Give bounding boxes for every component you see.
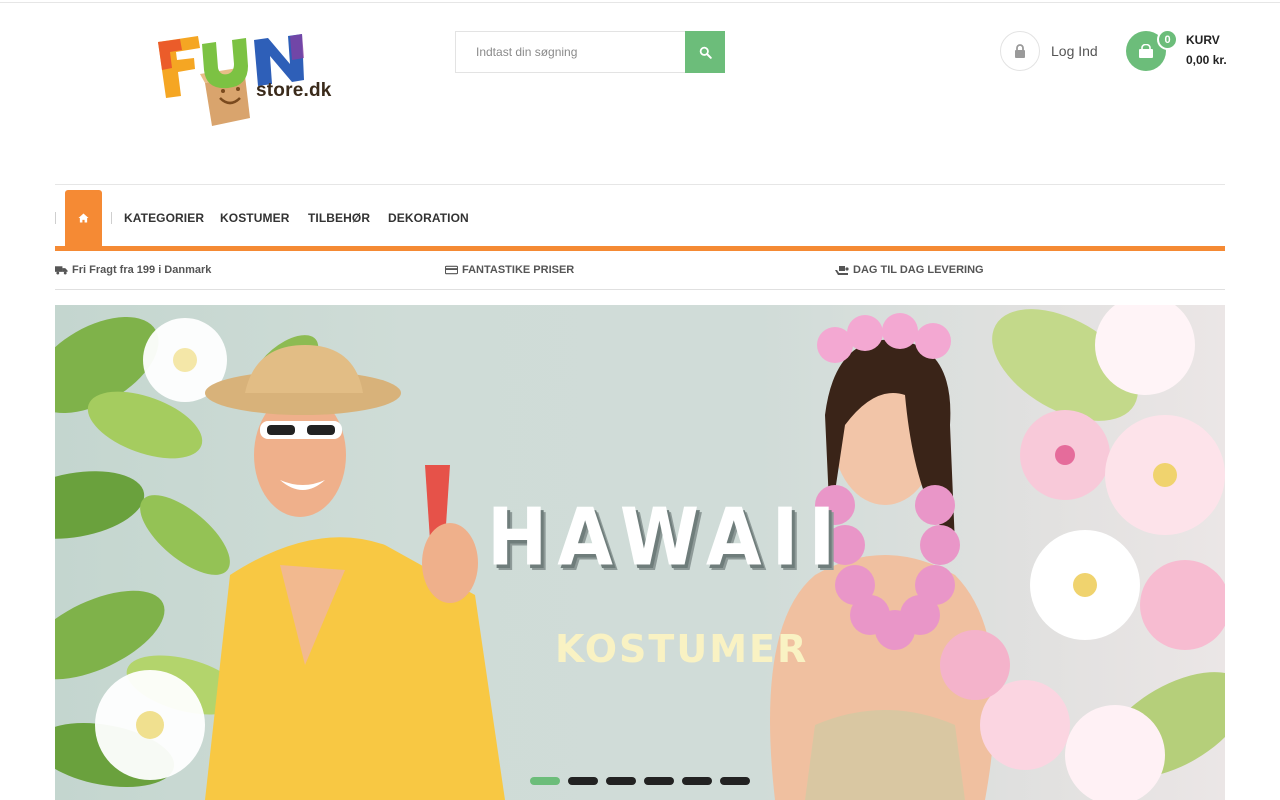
slider-dots [530, 777, 750, 785]
logo-graphic [158, 34, 304, 126]
cart-label: KURV [1186, 33, 1220, 47]
slider-dot[interactable] [644, 777, 674, 785]
usp-free-shipping: Fri Fragt fra 199 i Danmark [55, 264, 211, 276]
cart-count-badge: 0 [1157, 29, 1178, 50]
slider-dot[interactable] [568, 777, 598, 785]
nav-home[interactable] [65, 190, 102, 246]
search-input[interactable] [455, 31, 685, 73]
shopping-bag-icon [1139, 44, 1153, 58]
nav-divider [55, 184, 1225, 185]
slider-dot[interactable] [682, 777, 712, 785]
nav-item-tilbehor[interactable]: TILBEHØR [308, 211, 370, 225]
search-button[interactable] [685, 31, 725, 73]
search-icon [699, 46, 712, 59]
main-nav: KATEGORIER KOSTUMER TILBEHØR DEKORATION [55, 190, 1225, 246]
banner-subtitle: KOSTUMER [555, 627, 809, 671]
truck-icon [55, 266, 68, 275]
top-border [0, 0, 1280, 3]
usp-label: DAG TIL DAG LEVERING [853, 264, 984, 276]
nav-item-dekoration[interactable]: DEKORATION [388, 211, 469, 225]
usp-bar: Fri Fragt fra 199 i Danmark FANTASTIKE P… [55, 258, 1225, 290]
usp-delivery: DAG TIL DAG LEVERING [835, 264, 984, 276]
slider-dot[interactable] [530, 777, 560, 785]
lock-icon [1015, 44, 1025, 58]
cart-total: 0,00 kr. [1186, 53, 1227, 67]
search-form [455, 31, 725, 73]
slider-dot[interactable] [720, 777, 750, 785]
logo-text: store.dk [256, 80, 332, 101]
login-icon-wrap [1000, 31, 1040, 71]
login-label: Log Ind [1051, 43, 1098, 59]
home-icon [78, 213, 89, 223]
flowers-right [940, 305, 1225, 800]
slider-dot[interactable] [606, 777, 636, 785]
credit-card-icon [445, 265, 458, 275]
banner-title: HAWAII [487, 490, 846, 584]
usp-label: FANTASTIKE PRISER [462, 264, 575, 276]
site-logo[interactable]: store.dk [150, 28, 332, 128]
nav-accent-bar [55, 246, 1225, 251]
hero-banner[interactable]: HAWAII KOSTUMER [55, 305, 1225, 800]
cart-button[interactable]: 0 KURV 0,00 kr. [1126, 29, 1227, 73]
nav-separator [111, 212, 112, 224]
usp-label: Fri Fragt fra 199 i Danmark [72, 264, 212, 276]
login-link[interactable]: Log Ind [1000, 31, 1098, 71]
delivery-icon [835, 265, 849, 275]
nav-separator [55, 212, 56, 224]
man-figure [205, 345, 505, 800]
nav-item-kostumer[interactable]: KOSTUMER [220, 211, 289, 225]
nav-item-kategorier[interactable]: KATEGORIER [124, 211, 204, 225]
usp-prices: FANTASTIKE PRISER [445, 264, 574, 276]
